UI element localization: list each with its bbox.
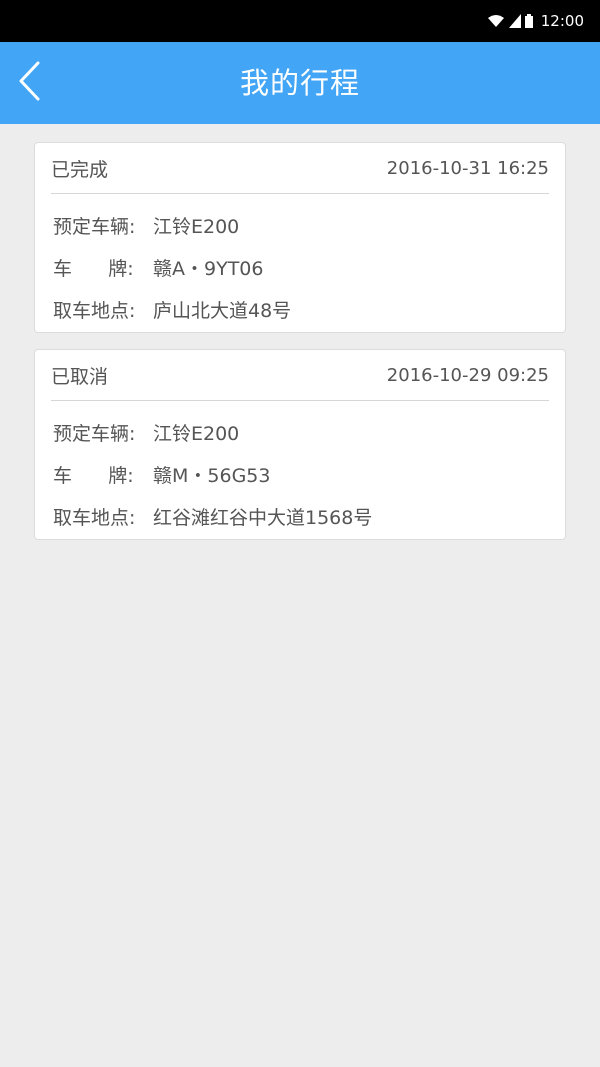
nav-bar: 我的行程	[0, 42, 600, 124]
vehicle-label: 预定车辆:	[53, 215, 136, 238]
trip-datetime: 2016-10-31 16:25	[386, 157, 549, 179]
battery-icon	[524, 14, 533, 28]
status-bar: 12:00	[0, 0, 600, 42]
pickup-row: 取车地点: 庐山北大道48号	[53, 288, 565, 330]
status-icons: 12:00	[487, 0, 584, 42]
trip-status: 已取消	[51, 365, 109, 388]
trip-status: 已完成	[51, 158, 109, 181]
vehicle-row: 预定车辆: 江铃E200	[53, 411, 565, 453]
wifi-icon	[487, 14, 505, 28]
plate-row: 车 牌: 赣M・56G53	[53, 453, 565, 495]
pickup-row: 取车地点: 红谷滩红谷中大道1568号	[53, 495, 565, 537]
pickup-value: 庐山北大道48号	[153, 299, 292, 322]
trip-card-header: 已取消 2016-10-29 09:25	[51, 350, 549, 401]
plate-row: 车 牌: 赣A・9YT06	[53, 246, 565, 288]
plate-label: 车 牌:	[53, 464, 134, 487]
vehicle-label: 预定车辆:	[53, 422, 136, 445]
pickup-label: 取车地点:	[53, 299, 136, 322]
trip-datetime: 2016-10-29 09:25	[386, 364, 549, 386]
signal-icon	[508, 14, 521, 28]
vehicle-value: 江铃E200	[153, 422, 240, 445]
plate-label: 车 牌:	[53, 257, 134, 280]
trip-card-body: 预定车辆: 江铃E200 车 牌: 赣A・9YT06 取车地点: 庐山北大道48…	[35, 194, 565, 330]
status-time: 12:00	[540, 12, 584, 30]
trip-card[interactable]: 已完成 2016-10-31 16:25 预定车辆: 江铃E200 车 牌: 赣…	[34, 142, 566, 333]
trip-card-header: 已完成 2016-10-31 16:25	[51, 143, 549, 194]
pickup-value: 红谷滩红谷中大道1568号	[153, 506, 373, 529]
trip-card[interactable]: 已取消 2016-10-29 09:25 预定车辆: 江铃E200 车 牌: 赣…	[34, 349, 566, 540]
plate-value: 赣M・56G53	[153, 464, 271, 487]
trip-list: 已完成 2016-10-31 16:25 预定车辆: 江铃E200 车 牌: 赣…	[34, 142, 566, 556]
plate-value: 赣A・9YT06	[153, 257, 264, 280]
vehicle-value: 江铃E200	[153, 215, 240, 238]
vehicle-row: 预定车辆: 江铃E200	[53, 204, 565, 246]
page-title: 我的行程	[239, 66, 360, 100]
trip-card-body: 预定车辆: 江铃E200 车 牌: 赣M・56G53 取车地点: 红谷滩红谷中大…	[35, 401, 565, 537]
pickup-label: 取车地点:	[53, 506, 136, 529]
